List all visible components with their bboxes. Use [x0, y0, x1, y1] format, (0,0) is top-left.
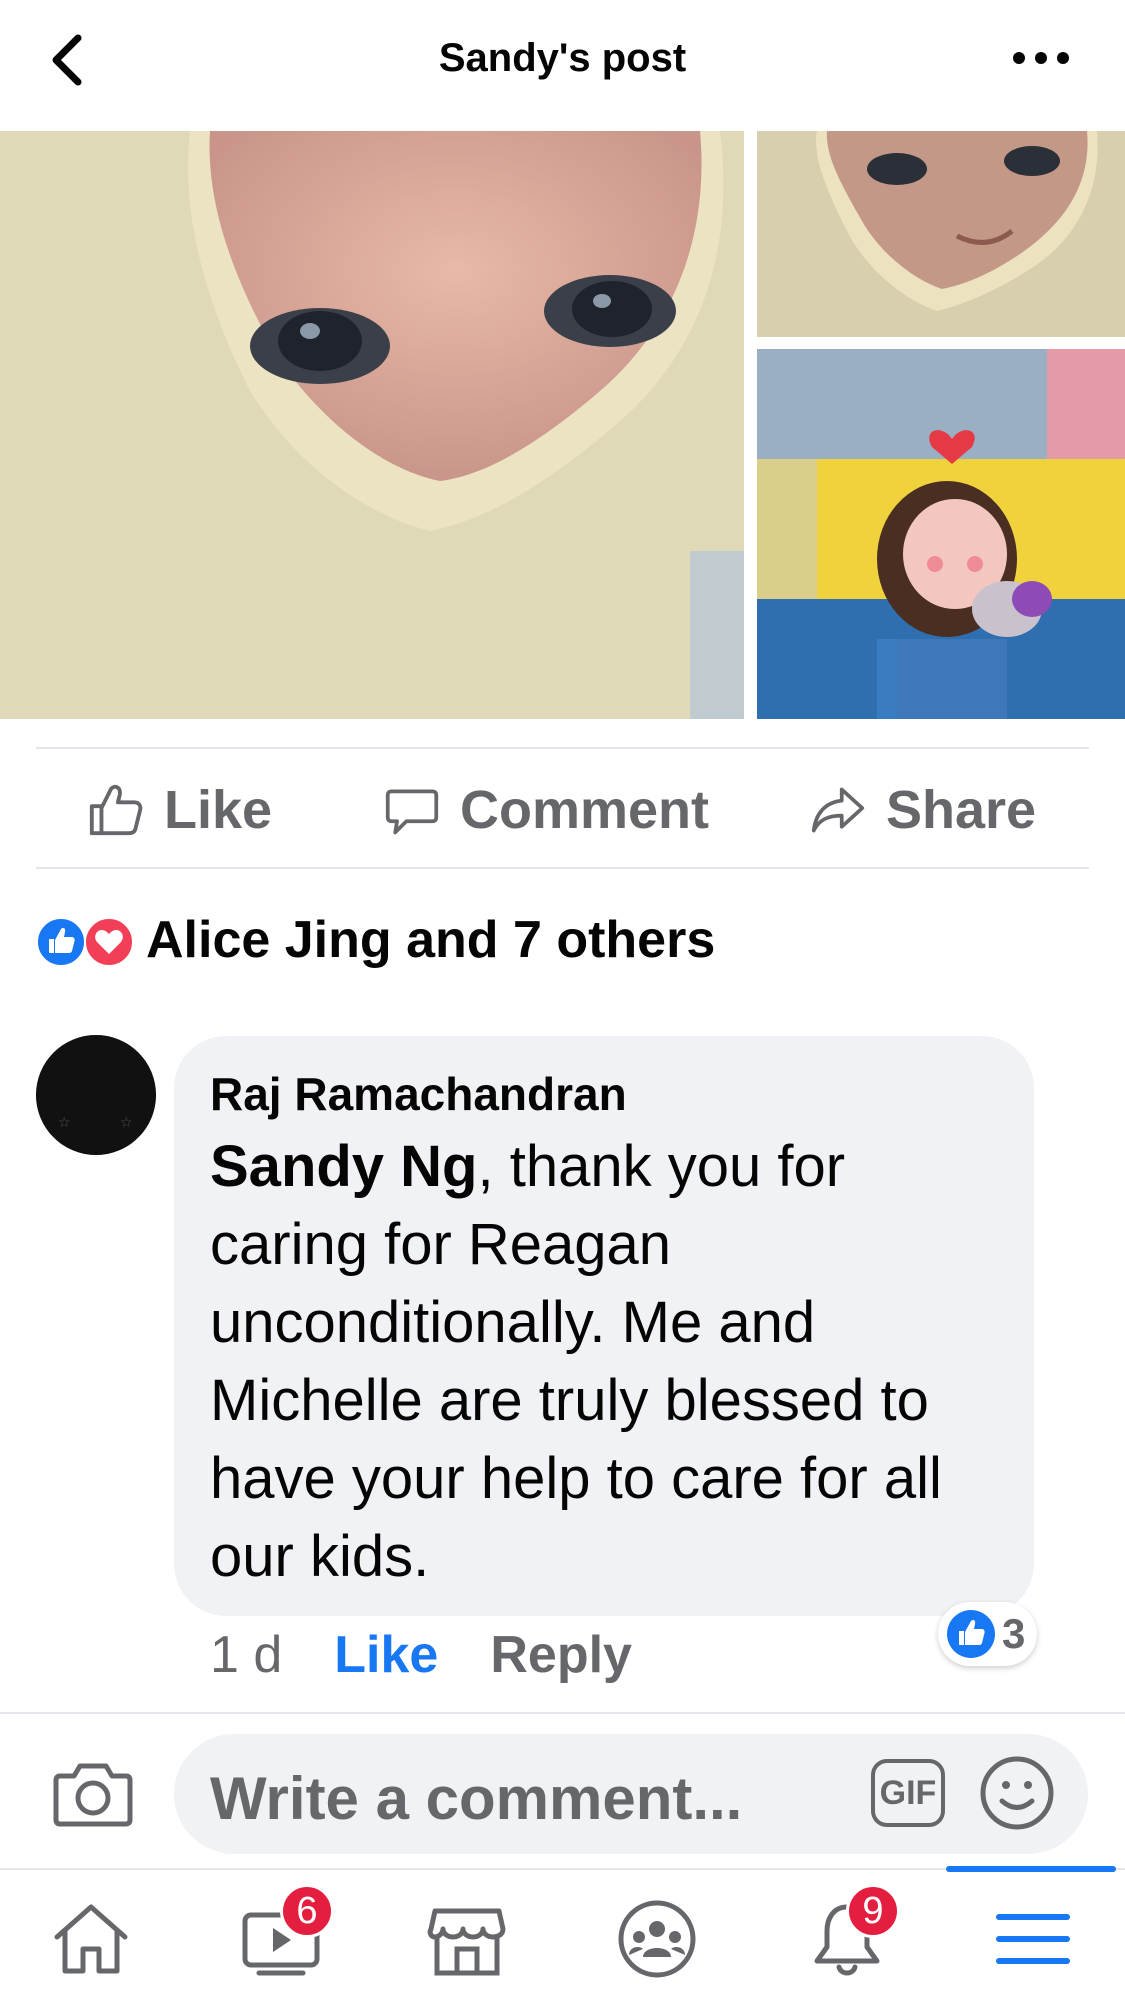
- post-header: Sandy's post: [0, 0, 1125, 131]
- love-reaction-icon: [84, 917, 134, 967]
- nav-marketplace[interactable]: [412, 1884, 522, 1994]
- baby-peeking-photo: [0, 131, 744, 719]
- comment-meta: 1 d Like Reply: [210, 1620, 632, 1690]
- comment-label: Comment: [460, 780, 710, 840]
- svg-text:☆: ☆: [120, 1115, 133, 1131]
- like-reaction-icon: [36, 917, 86, 967]
- photo-top-right[interactable]: [757, 131, 1125, 337]
- home-icon: [54, 1904, 128, 1974]
- comment-bubble[interactable]: Raj Ramachandran Sandy Ng, thank you for…: [174, 1036, 1034, 1616]
- bottom-nav: 6 9: [0, 1866, 1125, 2001]
- avatar-image: ☆ ☆: [36, 1035, 156, 1155]
- comment-like-count[interactable]: 3: [938, 1602, 1038, 1666]
- active-tab-indicator: [946, 1866, 1116, 1872]
- share-button[interactable]: Share: [810, 750, 1036, 870]
- comment-author[interactable]: Raj Ramachandran: [210, 1066, 998, 1122]
- comment-like-button[interactable]: Like: [334, 1625, 438, 1685]
- hamburger-menu-icon: [996, 1914, 1070, 1964]
- watch-badge: 6: [280, 1884, 334, 1938]
- groups-icon: [618, 1900, 696, 1978]
- photo-grid: [0, 131, 1125, 719]
- like-reaction-icon: [947, 1610, 995, 1658]
- comment-input-placeholder: Write a comment...: [210, 1765, 743, 1832]
- camera-button[interactable]: [52, 1758, 134, 1830]
- divider-top: [36, 747, 1089, 749]
- reaction-icons: [36, 915, 146, 967]
- like-count-value: 3: [1002, 1610, 1026, 1657]
- comment-composer: Write a comment... GIF: [0, 1712, 1125, 1868]
- marketplace-icon: [427, 1908, 506, 1976]
- comment-text: , thank you for caring for Reagan uncond…: [210, 1134, 942, 1589]
- comment-mention[interactable]: Sandy Ng: [210, 1134, 478, 1199]
- comment-reply-button[interactable]: Reply: [490, 1625, 632, 1685]
- share-arrow-icon: [811, 787, 865, 833]
- nav-menu[interactable]: [978, 1884, 1088, 1994]
- reactions-text: Alice Jing and 7 others: [146, 911, 716, 969]
- reactions-summary[interactable]: Alice Jing and 7 others: [36, 910, 715, 970]
- nav-home[interactable]: [36, 1884, 146, 1994]
- page-title: Sandy's post: [438, 36, 687, 80]
- svg-text:☆: ☆: [58, 1115, 71, 1131]
- camera-icon: [53, 1763, 133, 1827]
- photo-main[interactable]: [0, 131, 744, 719]
- post-actions-bar: Like Comment Share: [36, 750, 1089, 870]
- comment-button[interactable]: Comment: [384, 750, 709, 870]
- photo-bottom-right[interactable]: [757, 349, 1125, 719]
- more-options-button[interactable]: [1005, 36, 1077, 80]
- like-button[interactable]: Like: [86, 750, 272, 870]
- divider-bottom: [36, 867, 1089, 869]
- avatar[interactable]: ☆ ☆: [36, 1035, 156, 1155]
- comment-timestamp: 1 d: [210, 1626, 283, 1684]
- gif-button[interactable]: GIF: [870, 1758, 946, 1828]
- nav-groups[interactable]: [602, 1884, 712, 1994]
- more-dots-icon: [1013, 52, 1069, 64]
- smiley-icon: [980, 1756, 1054, 1830]
- baby-peeking-small-photo: [757, 131, 1125, 337]
- speech-bubble-icon: [385, 789, 439, 835]
- share-label: Share: [886, 780, 1037, 840]
- nav-notifications[interactable]: 9: [792, 1884, 902, 1994]
- thumbs-up-icon: [89, 784, 143, 836]
- comment-body: Sandy Ng, thank you for caring for Reaga…: [210, 1128, 998, 1596]
- nav-watch[interactable]: 6: [226, 1884, 336, 1994]
- notifications-badge: 9: [846, 1884, 900, 1938]
- gif-label: GIF: [879, 1773, 937, 1812]
- emoji-button[interactable]: [978, 1754, 1056, 1832]
- like-label: Like: [164, 780, 273, 840]
- baby-playpen-photo: [757, 349, 1125, 719]
